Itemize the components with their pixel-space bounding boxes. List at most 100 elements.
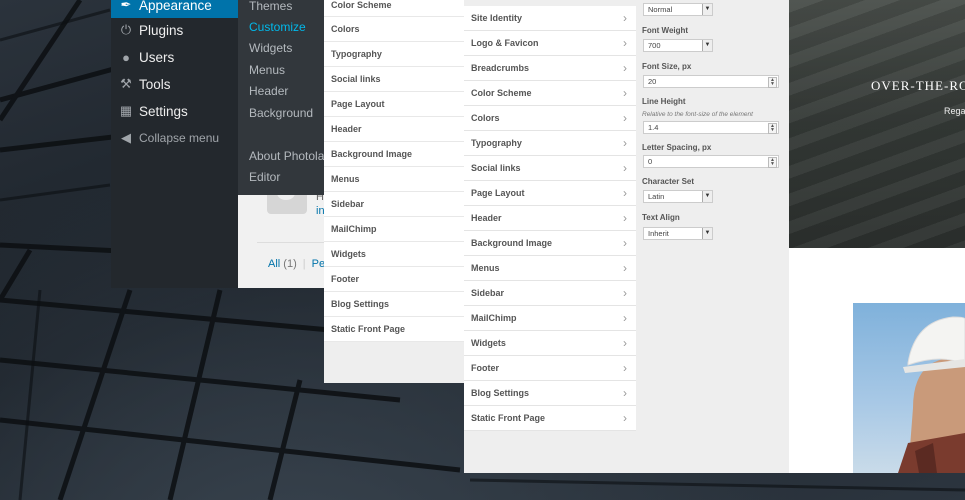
section-color-scheme[interactable]: Color Scheme [324, 0, 464, 17]
customizer-panel-back: Color Scheme Colors Typography Social li… [324, 0, 464, 383]
menu-item-label: Appearance [139, 0, 212, 13]
filter-all-link[interactable]: All [268, 258, 280, 270]
section-static-front-page[interactable]: Static Front Page › [464, 406, 636, 431]
chevron-right-icon: › [623, 261, 627, 275]
section-menus[interactable]: Menus › [464, 256, 636, 281]
worker-illustration [898, 316, 965, 473]
menu-item-tools[interactable]: ⚒ Tools [111, 71, 238, 97]
section-background-image[interactable]: Background Image [324, 142, 464, 167]
filter-all-count: (1) [283, 258, 297, 270]
chevron-right-icon: › [623, 136, 627, 150]
submenu-editor[interactable]: Editor [249, 170, 280, 184]
comment-filter-bar: All (1) | Pen [268, 258, 331, 270]
menu-item-settings[interactable]: ▦ Settings [111, 98, 238, 124]
submenu-menus[interactable]: Menus [249, 63, 285, 77]
section-static-front-page[interactable]: Static Front Page [324, 317, 464, 342]
filter-separator: | [302, 258, 306, 270]
collapse-menu-button[interactable]: ◀ Collapse menu [111, 125, 238, 151]
section-social-links[interactable]: Social links › [464, 156, 636, 181]
charset-label: Character Set [642, 177, 695, 186]
chevron-right-icon: › [623, 36, 627, 50]
preview-hero: OVER-THE-RO Rega [789, 0, 965, 248]
chevron-right-icon: › [623, 61, 627, 75]
text-align-label: Text Align [642, 213, 680, 222]
chevron-right-icon: › [623, 236, 627, 250]
letter-spacing-input[interactable]: 0 ▲ ▼ [643, 155, 779, 168]
spinner-icon[interactable]: ▲ ▼ [768, 157, 777, 168]
plug-icon: ⏻ [120, 22, 132, 37]
line-height-input[interactable]: 1.4 ▲ ▼ [643, 121, 779, 134]
section-page-layout[interactable]: Page Layout › [464, 181, 636, 206]
menu-item-label: Users [139, 49, 175, 65]
font-style-select[interactable]: Normal ▼ [643, 3, 713, 16]
section-colors[interactable]: Colors › [464, 106, 636, 131]
customizer-panel-front: Site Identity › Logo & Favicon › Breadcrum… [464, 0, 789, 473]
text-align-select[interactable]: Inherit ▼ [643, 227, 713, 240]
submenu-customize[interactable]: Customize [249, 20, 306, 34]
menu-item-appearance[interactable]: ✒ Appearance [111, 0, 238, 18]
section-footer[interactable]: Footer › [464, 356, 636, 381]
section-mailchimp[interactable]: MailChimp [324, 217, 464, 242]
charset-select[interactable]: Latin ▼ [643, 190, 713, 203]
spinner-icon[interactable]: ▲ ▼ [768, 123, 777, 134]
menu-item-plugins[interactable]: ⏻ Plugins [111, 17, 238, 43]
chevron-right-icon: › [623, 336, 627, 350]
section-sidebar[interactable]: Sidebar [324, 192, 464, 217]
font-weight-select[interactable]: 700 ▼ [643, 39, 713, 52]
section-typography[interactable]: Typography [324, 42, 464, 67]
font-size-label: Font Size, px [642, 62, 692, 71]
line-height-note: Relative to the font-size of the element [642, 111, 753, 118]
menu-item-label: Collapse menu [139, 131, 220, 145]
section-colors[interactable]: Colors [324, 17, 464, 42]
section-menus[interactable]: Menus [324, 167, 464, 192]
font-size-input[interactable]: 20 ▲ ▼ [643, 75, 779, 88]
chevron-right-icon: › [623, 411, 627, 425]
hero-subtitle: Rega [944, 106, 965, 116]
submenu-background[interactable]: Background [249, 106, 313, 120]
section-background-image[interactable]: Background Image › [464, 231, 636, 256]
chevron-right-icon: › [623, 311, 627, 325]
chevron-right-icon: › [623, 111, 627, 125]
section-header[interactable]: Header [324, 117, 464, 142]
wrench-icon: ⚒ [120, 76, 132, 91]
section-widgets[interactable]: Widgets › [464, 331, 636, 356]
submenu-widgets[interactable]: Widgets [249, 41, 292, 55]
chevron-right-icon: › [623, 161, 627, 175]
section-sidebar[interactable]: Sidebar › [464, 281, 636, 306]
chevron-right-icon: › [623, 361, 627, 375]
hero-title: OVER-THE-RO [871, 78, 965, 93]
section-footer[interactable]: Footer [324, 267, 464, 292]
font-weight-label: Font Weight [642, 26, 689, 35]
divider [257, 242, 327, 243]
section-page-layout[interactable]: Page Layout [324, 92, 464, 117]
section-widgets[interactable]: Widgets [324, 242, 464, 267]
section-breadcrumbs[interactable]: Breadcrumbs › [464, 56, 636, 81]
submenu-header[interactable]: Header [249, 84, 288, 98]
section-blog-settings[interactable]: Blog Settings › [464, 381, 636, 406]
submenu-themes[interactable]: Themes [249, 0, 292, 13]
admin-sidebar: ✒ Appearance ⏻ Plugins ● Users ⚒ Tools ▦… [111, 0, 238, 288]
section-blog-settings[interactable]: Blog Settings [324, 292, 464, 317]
worker-photo [853, 303, 965, 473]
section-site-identity[interactable]: Site Identity › [464, 6, 636, 31]
section-list: Color Scheme Colors Typography Social li… [324, 0, 464, 342]
section-header[interactable]: Header › [464, 206, 636, 231]
section-list: Site Identity › Logo & Favicon › Breadcrum… [464, 6, 636, 431]
dropdown-arrow-icon: ▼ [702, 4, 712, 15]
submenu-about[interactable]: About Photolab [249, 149, 331, 163]
section-mailchimp[interactable]: MailChimp › [464, 306, 636, 331]
settings-icon: ▦ [119, 103, 133, 118]
menu-item-label: Plugins [139, 22, 184, 38]
section-typography[interactable]: Typography › [464, 131, 636, 156]
menu-item-label: Settings [139, 103, 188, 119]
paintbrush-icon: ✒ [120, 0, 132, 12]
menu-item-label: Tools [139, 76, 171, 92]
section-social-links[interactable]: Social links [324, 67, 464, 92]
line-height-label: Line Height [642, 97, 686, 106]
spinner-icon[interactable]: ▲ ▼ [768, 77, 777, 88]
menu-item-users[interactable]: ● Users [111, 44, 238, 70]
chevron-right-icon: › [623, 11, 627, 25]
section-logo-favicon[interactable]: Logo & Favicon › [464, 31, 636, 56]
dropdown-arrow-icon: ▼ [702, 40, 712, 51]
section-color-scheme[interactable]: Color Scheme › [464, 81, 636, 106]
